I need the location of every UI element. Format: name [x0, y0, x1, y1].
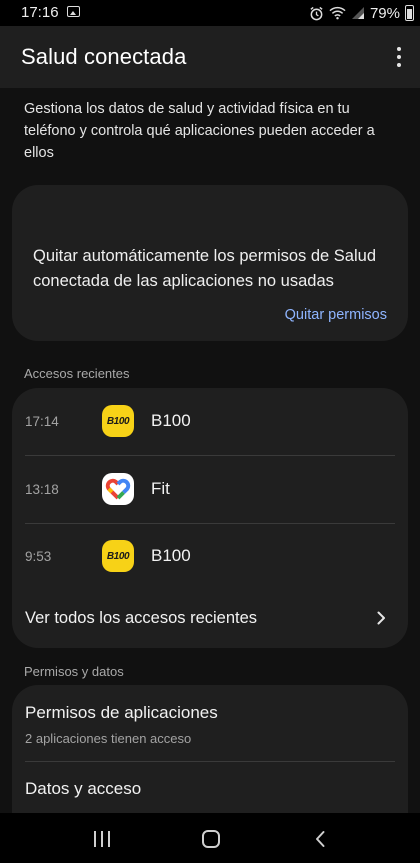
app-permissions-title: Permisos de aplicaciones: [25, 703, 218, 722]
more-vert-icon[interactable]: [394, 47, 404, 67]
b100-icon-label: B100: [106, 415, 130, 427]
data-and-access-title: Datos y acceso: [25, 779, 142, 798]
back-icon[interactable]: [314, 830, 326, 848]
battery-percent: 79%: [369, 4, 400, 22]
app-bar: Salud conectada: [0, 26, 420, 88]
home-icon[interactable]: [202, 830, 220, 848]
battery-icon: [405, 5, 414, 21]
status-icons: 79%: [309, 3, 420, 23]
app-name: B100: [151, 546, 191, 565]
app-name: B100: [151, 411, 191, 430]
recent-access-item[interactable]: 9:53 B100 B100: [12, 523, 408, 590]
permissions-data-card: Permisos de aplicaciones 2 aplicaciones …: [12, 685, 408, 813]
main-content[interactable]: Gestiona los datos de salud y actividad …: [0, 88, 420, 813]
page-description: Gestiona los datos de salud y actividad …: [24, 101, 375, 161]
google-fit-icon: [102, 473, 134, 505]
b100-icon-label: B100: [106, 550, 130, 562]
view-all-label: Ver todos los accesos recientes: [25, 609, 258, 627]
data-and-access-item[interactable]: Datos y acceso: [12, 762, 408, 813]
auto-remove-permissions-card: Quitar automáticamente los permisos de S…: [12, 185, 408, 341]
access-time: 13:18: [25, 482, 59, 497]
wifi-icon: [329, 6, 346, 20]
navigation-bar: [0, 813, 420, 863]
b100-icon: B100: [102, 540, 134, 572]
signal-icon: [351, 6, 365, 20]
access-time: 9:53: [25, 549, 52, 564]
auto-remove-permissions-text: Quitar automáticamente los permisos de S…: [33, 247, 377, 290]
app-permissions-subtitle: 2 aplicaciones tienen acceso: [25, 731, 192, 746]
recent-access-item[interactable]: 17:14 B100 B100: [12, 388, 408, 455]
view-all-recent-access-button[interactable]: Ver todos los accesos recientes: [12, 590, 408, 648]
chevron-right-icon: [377, 611, 385, 625]
section-label-permissions-data: Permisos y datos: [24, 664, 124, 679]
status-time: 17:16: [21, 4, 59, 21]
access-time: 17:14: [25, 414, 59, 429]
recent-access-card: 17:14 B100 B100 13:18 Fit 9:53 B100 B100: [12, 388, 408, 648]
page-title: Salud conectada: [21, 44, 187, 69]
recent-apps-icon[interactable]: [94, 831, 110, 847]
b100-icon: B100: [102, 405, 134, 437]
recent-access-item[interactable]: 13:18 Fit: [12, 456, 408, 523]
app-name: Fit: [151, 479, 170, 498]
app-permissions-item[interactable]: Permisos de aplicaciones 2 aplicaciones …: [12, 685, 408, 761]
remove-permissions-button[interactable]: Quitar permisos: [285, 307, 387, 323]
image-icon: [67, 6, 80, 17]
alarm-icon: [309, 6, 324, 21]
section-label-recent-access: Accesos recientes: [24, 366, 130, 381]
status-bar: 17:16 79%: [0, 0, 420, 26]
